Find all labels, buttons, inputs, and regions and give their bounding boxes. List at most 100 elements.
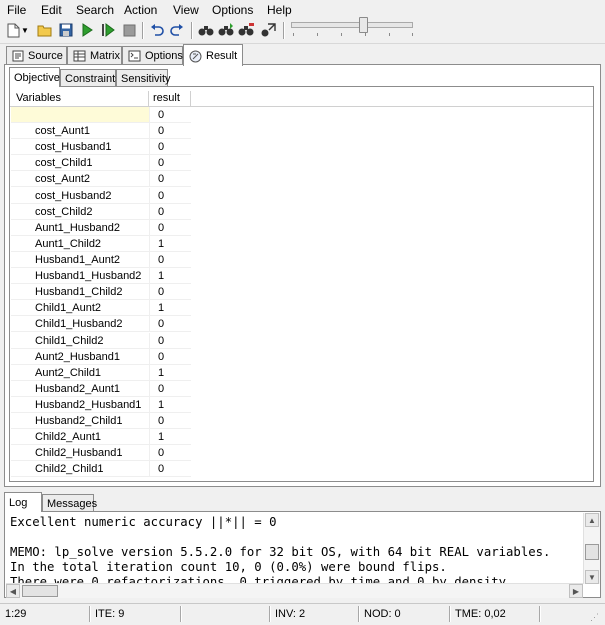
slider-tick: [293, 33, 294, 36]
table-row[interactable]: cost_Aunt1 0: [11, 123, 191, 140]
find-icon[interactable]: [197, 21, 215, 39]
subtab-sensitivity[interactable]: Sensitivity: [116, 69, 171, 87]
status-divider: [449, 606, 451, 622]
tab-matrix[interactable]: Matrix: [67, 46, 122, 65]
menu-bar: File Edit Search Action View Options Hel…: [0, 0, 605, 19]
subtab-constraints[interactable]: Constraints: [60, 69, 121, 87]
table-row[interactable]: Husband2_Child1 0: [11, 413, 191, 430]
redo-icon[interactable]: [168, 21, 186, 39]
column-divider[interactable]: [148, 91, 149, 106]
slider-thumb[interactable]: [359, 17, 368, 33]
goto-icon[interactable]: [259, 21, 277, 39]
log-vertical-scrollbar[interactable]: ▲ ▼: [583, 513, 600, 584]
variable-value: 0: [149, 203, 191, 220]
variable-value: 0: [149, 380, 191, 397]
menu-help[interactable]: Help: [267, 3, 292, 17]
tab-options[interactable]: Options: [122, 46, 183, 65]
table-row[interactable]: Husband1_Aunt2 0: [11, 251, 191, 268]
options-icon: [128, 50, 141, 62]
log-horizontal-scrollbar[interactable]: ◀ ▶: [6, 583, 583, 598]
table-row[interactable]: Child1_Aunt2 1: [11, 300, 191, 317]
table-row[interactable]: Child1_Husband2 0: [11, 316, 191, 333]
stop-icon[interactable]: [120, 21, 138, 39]
scroll-thumb[interactable]: [22, 585, 58, 597]
menu-edit[interactable]: Edit: [41, 3, 62, 17]
log-line: Excellent numeric accuracy ||*|| = 0: [10, 515, 277, 529]
slider-track[interactable]: [291, 22, 413, 28]
find-next-icon[interactable]: [217, 21, 235, 39]
status-divider: [358, 606, 360, 622]
table-row[interactable]: cost_Child2 0: [11, 203, 191, 220]
table-row[interactable]: Husband1_Child2 0: [11, 284, 191, 301]
scroll-up-icon[interactable]: ▲: [585, 513, 599, 527]
step-icon[interactable]: [99, 21, 117, 39]
table-row[interactable]: Child2_Husband1 0: [11, 445, 191, 462]
status-time: TME: 0,02: [455, 608, 506, 620]
status-divider: [269, 606, 271, 622]
table-row[interactable]: 0: [11, 107, 191, 123]
column-divider[interactable]: [190, 91, 191, 106]
menu-search[interactable]: Search: [76, 3, 114, 17]
variable-value: 1: [149, 429, 191, 446]
subtab-objective[interactable]: Objective: [9, 67, 60, 87]
log-output[interactable]: Excellent numeric accuracy ||*|| = 0 MEMO…: [10, 515, 582, 585]
tab-label: Source: [28, 50, 63, 62]
menu-file[interactable]: File: [7, 3, 26, 17]
variable-name: Aunt1_Husband2: [11, 220, 149, 236]
source-icon: [12, 50, 24, 62]
variable-name: Husband1_Child2: [11, 284, 149, 301]
table-row[interactable]: Husband2_Aunt1 0: [11, 380, 191, 397]
variable-value: 0: [149, 348, 191, 365]
status-bar: 1:29 ITE: 9 INV: 2 NOD: 0 TME: 0,02 ⋰: [0, 603, 605, 625]
variable-name: cost_Husband1: [11, 139, 149, 156]
undo-icon[interactable]: [148, 21, 166, 39]
tab-label: Matrix: [90, 50, 120, 62]
status-divider: [539, 606, 541, 622]
tab-log[interactable]: Log: [4, 492, 42, 512]
table-row[interactable]: Child1_Child2 0: [11, 332, 191, 349]
toolbar-separator: [283, 22, 285, 39]
tab-label: Log: [9, 496, 28, 509]
open-folder-icon[interactable]: [36, 21, 54, 39]
table-row[interactable]: Aunt2_Child1 1: [11, 364, 191, 381]
scroll-right-icon[interactable]: ▶: [569, 584, 583, 598]
table-row[interactable]: Aunt2_Husband1 0: [11, 348, 191, 365]
table-row[interactable]: cost_Child1 0: [11, 155, 191, 172]
table-row[interactable]: cost_Aunt2 0: [11, 171, 191, 188]
table-row[interactable]: Aunt1_Child2 1: [11, 235, 191, 252]
resize-grip-icon[interactable]: ⋰: [590, 612, 599, 623]
table-row[interactable]: Child2_Child1 0: [11, 461, 191, 478]
header-result[interactable]: result: [153, 92, 180, 104]
scroll-thumb[interactable]: [585, 544, 599, 560]
variable-value: 0: [149, 445, 191, 462]
menu-view[interactable]: View: [173, 3, 199, 17]
save-icon[interactable]: [57, 21, 75, 39]
scroll-left-icon[interactable]: ◀: [6, 584, 20, 598]
variable-name: cost_Child1: [11, 155, 149, 172]
variable-value: 0: [149, 139, 191, 156]
variable-value: 1: [149, 268, 191, 285]
variable-name: Husband1_Husband2: [11, 268, 149, 285]
variable-name: Child2_Aunt1: [11, 429, 149, 446]
table-row[interactable]: cost_Husband1 0: [11, 139, 191, 156]
table-row[interactable]: Husband2_Husband1 1: [11, 396, 191, 413]
variable-value: 0: [149, 155, 191, 172]
table-row[interactable]: cost_Husband2 0: [11, 187, 191, 204]
menu-options[interactable]: Options: [212, 3, 253, 17]
table-row[interactable]: Child2_Aunt1 1: [11, 429, 191, 446]
table-row[interactable]: Aunt1_Husband2 0: [11, 219, 191, 236]
dropdown-arrow-icon[interactable]: ▼: [20, 21, 30, 39]
menu-action[interactable]: Action: [124, 3, 157, 17]
run-icon[interactable]: [78, 21, 96, 39]
variable-value: 0: [149, 171, 191, 188]
tab-source[interactable]: Source: [6, 46, 67, 65]
scroll-down-icon[interactable]: ▼: [585, 570, 599, 584]
tab-result[interactable]: Result: [183, 44, 243, 66]
header-variables[interactable]: Variables: [16, 92, 61, 104]
table-row[interactable]: Husband1_Husband2 1: [11, 268, 191, 285]
replace-icon[interactable]: [237, 21, 255, 39]
toolbar-separator: [142, 22, 144, 39]
variable-value: 0: [149, 316, 191, 333]
tab-messages[interactable]: Messages: [42, 494, 97, 512]
variable-name: Aunt1_Child2: [11, 236, 149, 252]
